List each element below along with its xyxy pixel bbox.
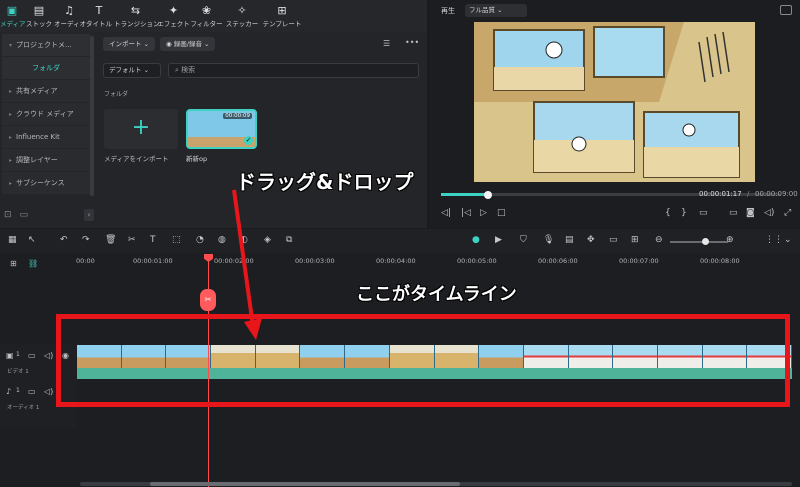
timeline-annotation: ここがタイムライン xyxy=(356,284,517,305)
drag-arrow xyxy=(232,189,262,340)
drag-drop-annotation: ドラッグ&ドロップ xyxy=(236,170,414,194)
